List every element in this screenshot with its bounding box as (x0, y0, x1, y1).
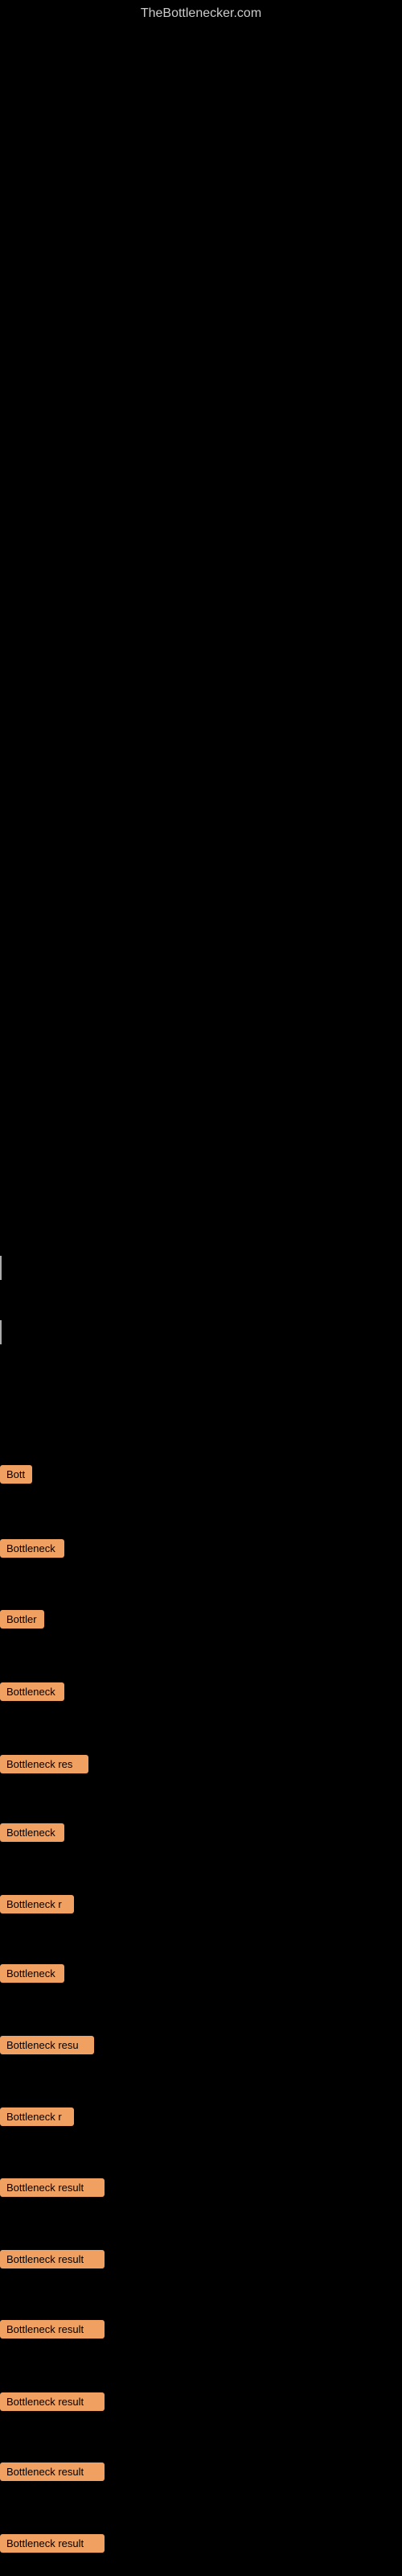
bottleneck-badge-16[interactable]: Bottleneck result (0, 2534, 105, 2553)
bottleneck-badge-13[interactable]: Bottleneck result (0, 2320, 105, 2339)
cursor-line-1 (0, 1256, 2, 1280)
main-content: TheBottlenecker.com Bott Bottleneck Bottle… (0, 0, 402, 2576)
bottleneck-badge-6[interactable]: Bottleneck (0, 1823, 64, 1842)
bottleneck-badge-5[interactable]: Bottleneck res (0, 1755, 88, 1773)
bottleneck-badge-1[interactable]: Bott (0, 1465, 32, 1484)
site-title: TheBottlenecker.com (0, 0, 402, 27)
bottleneck-badge-8[interactable]: Bottleneck (0, 1964, 64, 1983)
bottleneck-badge-2[interactable]: Bottleneck (0, 1539, 64, 1558)
bottleneck-badge-15[interactable]: Bottleneck result (0, 2462, 105, 2481)
bottleneck-badge-3[interactable]: Bottler (0, 1610, 44, 1629)
bottleneck-badge-4[interactable]: Bottleneck (0, 1682, 64, 1701)
bottleneck-badge-7[interactable]: Bottleneck r (0, 1895, 74, 1913)
bottleneck-badge-14[interactable]: Bottleneck result (0, 2392, 105, 2411)
bottleneck-badge-10[interactable]: Bottleneck r (0, 2107, 74, 2126)
bottleneck-badge-9[interactable]: Bottleneck resu (0, 2036, 94, 2054)
cursor-line-2 (0, 1320, 2, 1344)
bottleneck-badge-11[interactable]: Bottleneck result (0, 2178, 105, 2197)
bottleneck-badge-12[interactable]: Bottleneck result (0, 2250, 105, 2268)
